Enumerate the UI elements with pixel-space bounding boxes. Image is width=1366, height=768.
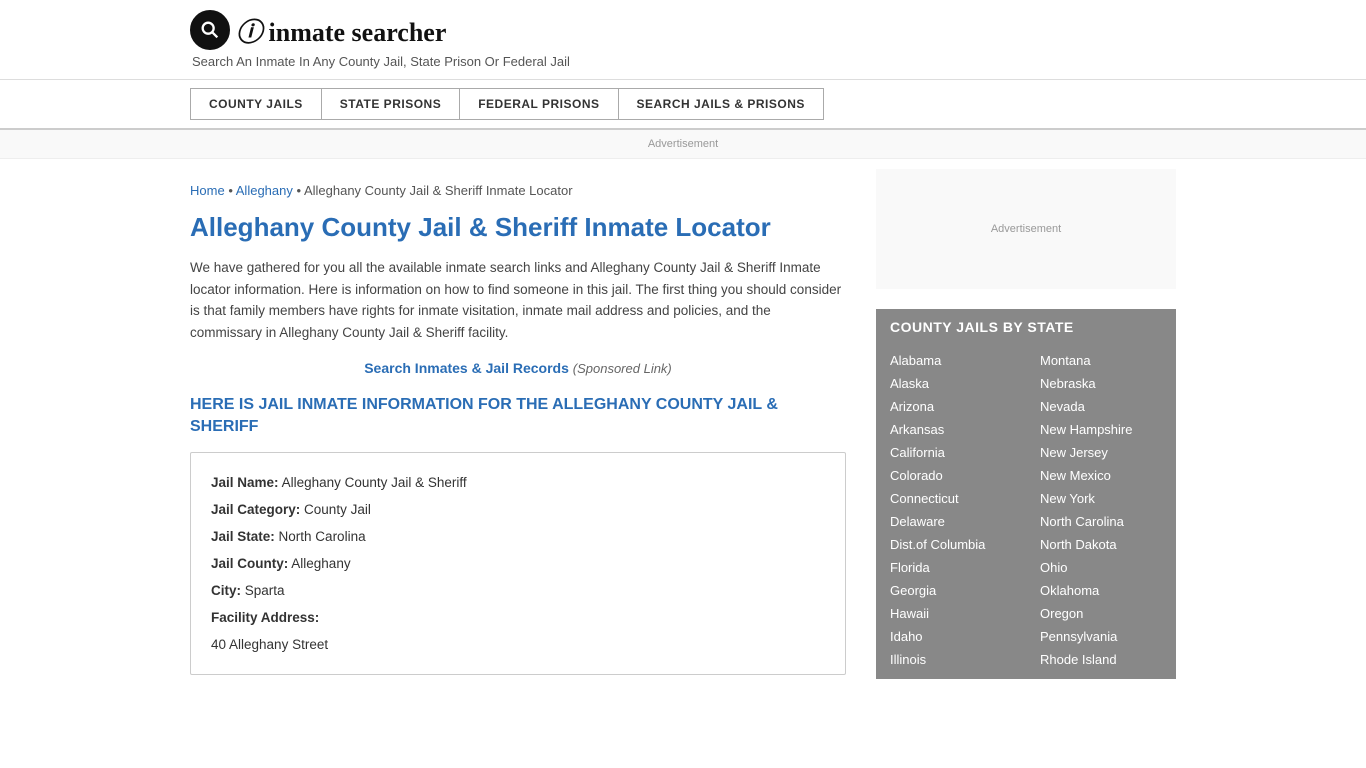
state-link[interactable]: New Jersey	[1026, 441, 1176, 464]
states-right-col: MontanaNebraskaNevadaNew HampshireNew Je…	[1026, 349, 1176, 671]
state-link[interactable]: Pennsylvania	[1026, 625, 1176, 648]
state-link[interactable]: Delaware	[876, 510, 1026, 533]
top-ad-bar: Advertisement	[0, 130, 1366, 159]
state-link[interactable]: Rhode Island	[1026, 648, 1176, 671]
site-logo-text[interactable]: ⓘ inmate searcher	[236, 12, 446, 49]
state-link[interactable]: Alaska	[876, 372, 1026, 395]
state-link[interactable]: Montana	[1026, 349, 1176, 372]
logo-icon	[190, 10, 230, 50]
breadcrumb-sep1: •	[228, 183, 235, 198]
jail-address-value: 40 Alleghany Street	[211, 631, 825, 658]
jail-name-value: Alleghany County Jail & Sheriff	[282, 475, 467, 490]
content-area: Home • Alleghany • Alleghany County Jail…	[190, 169, 846, 679]
state-link[interactable]: Nevada	[1026, 395, 1176, 418]
state-link[interactable]: Georgia	[876, 579, 1026, 602]
state-link[interactable]: California	[876, 441, 1026, 464]
logo-area: ⓘ inmate searcher	[190, 10, 1176, 50]
state-link[interactable]: Connecticut	[876, 487, 1026, 510]
nav-federal-prisons[interactable]: FEDERAL PRISONS	[459, 88, 617, 120]
state-link[interactable]: New Mexico	[1026, 464, 1176, 487]
state-link[interactable]: Colorado	[876, 464, 1026, 487]
site-tagline: Search An Inmate In Any County Jail, Sta…	[192, 54, 1176, 69]
main-layout: Home • Alleghany • Alleghany County Jail…	[0, 169, 1366, 679]
page-title: Alleghany County Jail & Sheriff Inmate L…	[190, 212, 846, 243]
state-link[interactable]: Florida	[876, 556, 1026, 579]
breadcrumb: Home • Alleghany • Alleghany County Jail…	[190, 183, 846, 198]
jail-city-label: City:	[211, 583, 241, 598]
jail-address-row: Facility Address: 40 Alleghany Street	[211, 604, 825, 658]
state-link[interactable]: Alabama	[876, 349, 1026, 372]
jail-address-label: Facility Address:	[211, 610, 319, 625]
state-link[interactable]: Oregon	[1026, 602, 1176, 625]
state-link[interactable]: North Carolina	[1026, 510, 1176, 533]
jail-city-row: City: Sparta	[211, 577, 825, 604]
jail-category-row: Jail Category: County Jail	[211, 496, 825, 523]
nav-bar: COUNTY JAILS STATE PRISONS FEDERAL PRISO…	[0, 80, 1366, 130]
search-inmates-link[interactable]: Search Inmates & Jail Records	[364, 360, 569, 376]
jail-name-label: Jail Name:	[211, 475, 279, 490]
state-link[interactable]: Illinois	[876, 648, 1026, 671]
state-link[interactable]: Nebraska	[1026, 372, 1176, 395]
jail-info-box: Jail Name: Alleghany County Jail & Sheri…	[190, 452, 846, 675]
state-list-title: COUNTY JAILS BY STATE	[876, 309, 1176, 345]
jail-county-row: Jail County: Alleghany	[211, 550, 825, 577]
jail-name-row: Jail Name: Alleghany County Jail & Sheri…	[211, 469, 825, 496]
jail-state-row: Jail State: North Carolina	[211, 523, 825, 550]
search-link-area: Search Inmates & Jail Records (Sponsored…	[190, 360, 846, 376]
state-list-box: COUNTY JAILS BY STATE AlabamaAlaskaArizo…	[876, 309, 1176, 679]
jail-category-value: County Jail	[304, 502, 371, 517]
state-link[interactable]: North Dakota	[1026, 533, 1176, 556]
state-link[interactable]: Ohio	[1026, 556, 1176, 579]
state-link[interactable]: New Hampshire	[1026, 418, 1176, 441]
state-link[interactable]: Dist.of Columbia	[876, 533, 1026, 556]
jail-category-label: Jail Category:	[211, 502, 300, 517]
nav-inner: COUNTY JAILS STATE PRISONS FEDERAL PRISO…	[190, 88, 1176, 120]
breadcrumb-sep2: •	[297, 183, 304, 198]
jail-state-value: North Carolina	[279, 529, 366, 544]
jail-state-label: Jail State:	[211, 529, 275, 544]
state-link[interactable]: Arizona	[876, 395, 1026, 418]
page-description: We have gathered for you all the availab…	[190, 257, 846, 343]
header: ⓘ inmate searcher Search An Inmate In An…	[0, 0, 1366, 80]
jail-city-value: Sparta	[245, 583, 285, 598]
breadcrumb-current: Alleghany County Jail & Sheriff Inmate L…	[304, 183, 573, 198]
states-left-col: AlabamaAlaskaArizonaArkansasCaliforniaCo…	[876, 349, 1026, 671]
state-list-grid: AlabamaAlaskaArizonaArkansasCaliforniaCo…	[876, 345, 1176, 679]
section-heading: HERE IS JAIL INMATE INFORMATION FOR THE …	[190, 394, 846, 439]
nav-county-jails[interactable]: COUNTY JAILS	[190, 88, 321, 120]
breadcrumb-home[interactable]: Home	[190, 183, 225, 198]
state-link[interactable]: Arkansas	[876, 418, 1026, 441]
state-link[interactable]: New York	[1026, 487, 1176, 510]
sidebar: Advertisement COUNTY JAILS BY STATE Alab…	[876, 169, 1176, 679]
breadcrumb-alleghany[interactable]: Alleghany	[236, 183, 293, 198]
nav-search-jails-prisons[interactable]: SEARCH JAILS & PRISONS	[618, 88, 824, 120]
jail-county-label: Jail County:	[211, 556, 288, 571]
state-link[interactable]: Oklahoma	[1026, 579, 1176, 602]
sponsored-label: (Sponsored Link)	[573, 361, 672, 376]
nav-state-prisons[interactable]: STATE PRISONS	[321, 88, 459, 120]
sidebar-ad: Advertisement	[876, 169, 1176, 289]
state-link[interactable]: Hawaii	[876, 602, 1026, 625]
jail-county-value: Alleghany	[291, 556, 350, 571]
state-link[interactable]: Idaho	[876, 625, 1026, 648]
